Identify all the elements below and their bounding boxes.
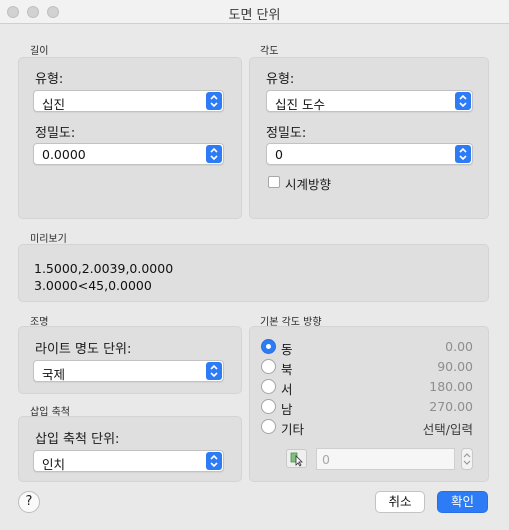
base-angle-label-south[interactable]: 남 (281, 399, 293, 418)
chevron-updown-icon (455, 145, 471, 163)
base-angle-radio-other[interactable] (261, 419, 276, 434)
chevron-updown-icon (206, 362, 222, 380)
length-type-label: 유형: (35, 72, 64, 87)
chevron-updown-icon (206, 452, 222, 470)
length-precision-value: 0.0000 (42, 147, 86, 162)
lighting-units-select[interactable]: 국제 (33, 360, 224, 382)
lighting-units-value: 국제 (42, 367, 66, 382)
window-title: 도면 단위 (228, 8, 281, 23)
preview-line-2: 3.0000<45,0.0000 (34, 278, 152, 293)
title-bar: 도면 단위 (0, 0, 509, 24)
angle-precision-value: 0 (275, 147, 283, 162)
pick-point-icon (290, 452, 303, 467)
length-type-select[interactable]: 십진 (33, 90, 224, 112)
length-type-value: 십진 (42, 97, 66, 112)
help-button[interactable]: ? (18, 491, 40, 513)
pick-angle-button[interactable] (286, 449, 307, 468)
insertion-units-label: 삽입 축척 단위: (35, 432, 120, 447)
angle-precision-label: 정밀도: (266, 126, 307, 141)
base-angle-label-east[interactable]: 동 (281, 339, 293, 358)
clockwise-checkbox[interactable] (268, 176, 280, 188)
angle-group-label: 각도 (260, 46, 279, 57)
other-angle-input[interactable]: 0 (316, 448, 455, 470)
length-group-label: 길이 (30, 46, 49, 57)
chevron-updown-icon (206, 92, 222, 110)
lighting-units-label: 라이트 명도 단위: (35, 342, 132, 357)
angle-type-label: 유형: (266, 72, 295, 87)
preview-line-1: 1.5000,2.0039,0.0000 (34, 261, 174, 276)
other-angle-stepper[interactable] (461, 448, 473, 470)
base-angle-label-north[interactable]: 북 (281, 359, 293, 378)
base-angle-value-east: 0.00 (445, 339, 473, 354)
angle-type-value: 십진 도수 (275, 97, 325, 112)
base-angle-label-other[interactable]: 기타 (281, 419, 304, 438)
insertion-units-select[interactable]: 인치 (33, 450, 224, 472)
angle-precision-select[interactable]: 0 (266, 143, 473, 165)
base-angle-radio-west[interactable] (261, 379, 276, 394)
insertion-units-value: 인치 (42, 457, 66, 472)
base-angle-value-west: 180.00 (429, 379, 473, 394)
base-angle-radio-south[interactable] (261, 399, 276, 414)
base-angle-value-north: 90.00 (437, 359, 473, 374)
ok-button[interactable]: 확인 (437, 491, 488, 513)
clockwise-label[interactable]: 시계방향 (285, 174, 331, 193)
other-angle-value: 0 (322, 452, 330, 467)
length-precision-label: 정밀도: (35, 126, 76, 141)
base-angle-value-other: 선택/입력 (422, 422, 473, 437)
cancel-button[interactable]: 취소 (375, 491, 425, 513)
stepper-icon (463, 453, 471, 465)
base-angle-label-west[interactable]: 서 (281, 379, 293, 398)
angle-type-select[interactable]: 십진 도수 (266, 90, 473, 112)
base-angle-radio-north[interactable] (261, 359, 276, 374)
base-angle-value-south: 270.00 (429, 399, 473, 414)
preview-group-label: 미리보기 (30, 234, 67, 245)
length-precision-select[interactable]: 0.0000 (33, 143, 224, 165)
chevron-updown-icon (206, 145, 222, 163)
base-angle-radio-east[interactable] (261, 339, 276, 354)
chevron-updown-icon (455, 92, 471, 110)
